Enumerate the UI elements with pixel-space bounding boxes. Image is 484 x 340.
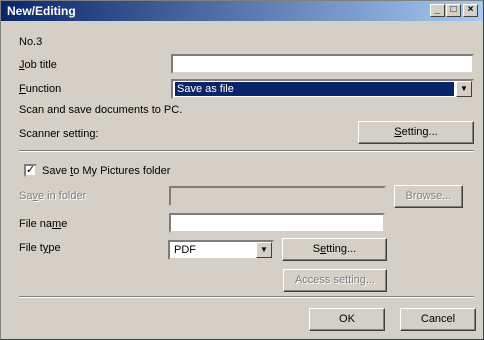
chevron-down-icon[interactable]: ▼ <box>256 242 272 258</box>
function-label: Function <box>19 83 62 95</box>
job-title-label: Job title <box>19 59 57 71</box>
scanner-setting-button[interactable]: Setting... <box>358 121 474 144</box>
save-folder-input[interactable] <box>169 186 386 206</box>
dialog-window: New/Editing _ □ × No.3 Job title Functio… <box>0 0 484 340</box>
window-title: New/Editing <box>7 4 76 18</box>
file-type-select[interactable]: PDF ▼ <box>168 240 274 260</box>
access-setting-button[interactable]: Access setting... <box>283 269 387 292</box>
separator <box>19 150 474 152</box>
title-bar[interactable]: New/Editing _ □ × <box>1 1 483 21</box>
file-type-setting-button[interactable]: Setting... <box>282 238 387 261</box>
scanner-setting-label: Scanner setting: <box>19 128 99 140</box>
job-number: No.3 <box>19 36 43 48</box>
chevron-down-icon[interactable]: ▼ <box>456 81 472 97</box>
function-value: Save as file <box>174 81 455 97</box>
browse-button[interactable]: Browse... <box>394 185 463 208</box>
file-type-value: PDF <box>174 244 196 256</box>
function-select[interactable]: Save as file ▼ <box>171 79 474 99</box>
description-text: Scan and save documents to PC. <box>19 104 183 116</box>
save-pictures-label: Save to My Pictures folder <box>42 165 171 177</box>
ok-button[interactable]: OK <box>309 308 385 331</box>
file-type-label: File type <box>19 242 61 254</box>
job-title-input[interactable] <box>171 54 474 74</box>
save-pictures-checkbox[interactable]: ✓ <box>24 164 37 177</box>
close-icon[interactable]: × <box>463 4 478 17</box>
file-name-label: File name <box>19 218 68 230</box>
maximize-icon[interactable]: □ <box>446 4 461 17</box>
minimize-icon[interactable]: _ <box>430 4 445 17</box>
file-name-input[interactable] <box>169 213 385 233</box>
cancel-button[interactable]: Cancel <box>400 308 476 331</box>
save-folder-label: Save in folder <box>19 190 87 202</box>
separator <box>19 296 474 298</box>
